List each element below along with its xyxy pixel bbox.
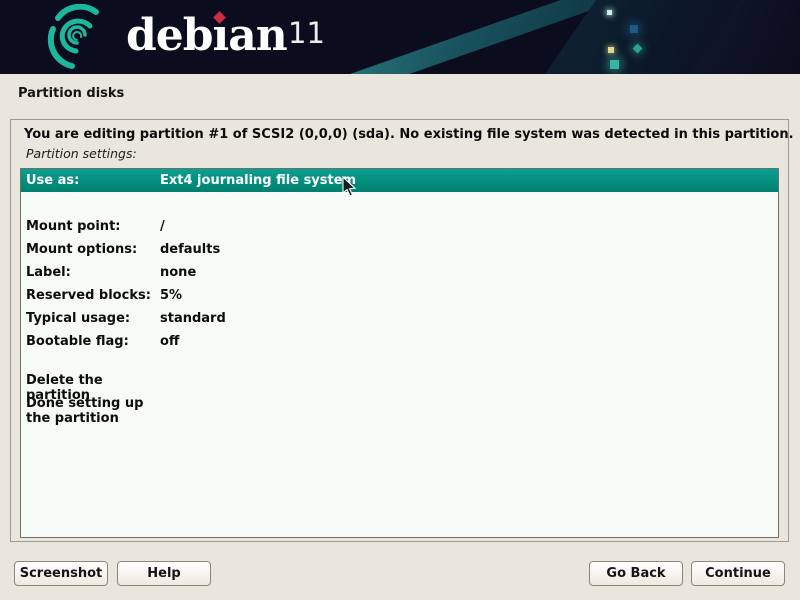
sparkle-square-icon [610, 60, 619, 69]
partition-info-message: You are editing partition #1 of SCSI2 (0… [24, 127, 794, 142]
list-item-value: standard [160, 311, 226, 326]
list-item[interactable]: Reserved blocks:5% [21, 284, 778, 307]
screenshot-button[interactable]: Screenshot [14, 561, 108, 586]
list-item-label: Reserved blocks: [26, 288, 160, 303]
sparkle-square-icon [607, 10, 612, 15]
go-back-button[interactable]: Go Back [589, 561, 683, 586]
list-row-spacer [21, 192, 778, 215]
partition-settings-list[interactable]: Use as:Ext4 journaling file system Mount … [20, 168, 779, 538]
list-item-label: Label: [26, 265, 160, 280]
debian-wordmark: debıan [126, 8, 287, 64]
list-item-label: Done setting up the partition [26, 396, 160, 426]
sparkle-square-icon [630, 25, 638, 33]
list-item[interactable]: Mount point:/ [21, 215, 778, 238]
debian-version: 11 [288, 16, 325, 50]
list-item-label: Typical usage: [26, 311, 160, 326]
partition-settings-label: Partition settings: [26, 146, 137, 161]
list-item-label: Mount options: [26, 242, 160, 257]
sparkle-square-icon [608, 47, 614, 53]
list-item-value: none [160, 265, 196, 280]
list-item-value: 5% [160, 288, 182, 303]
list-item-value: off [160, 334, 179, 349]
page-title: Partition disks [18, 86, 124, 101]
list-item-value: / [160, 219, 165, 234]
list-item[interactable]: Label:none [21, 261, 778, 284]
continue-button[interactable]: Continue [691, 561, 785, 586]
list-item[interactable]: Bootable flag:off [21, 330, 778, 353]
partition-panel: You are editing partition #1 of SCSI2 (0… [10, 119, 789, 542]
installer-banner: debıan 11 [0, 0, 800, 74]
list-item-value: Ext4 journaling file system [160, 173, 356, 188]
list-item-label: Mount point: [26, 219, 160, 234]
debian-swirl-icon [46, 4, 110, 70]
list-item-value: defaults [160, 242, 220, 257]
list-item-label: Bootable flag: [26, 334, 160, 349]
list-item[interactable]: Done setting up the partition [21, 399, 778, 422]
list-item[interactable]: Mount options:defaults [21, 238, 778, 261]
help-button[interactable]: Help [117, 561, 211, 586]
list-item-label: Use as: [26, 173, 160, 188]
list-item[interactable]: Use as:Ext4 journaling file system [21, 169, 778, 192]
list-item[interactable]: Typical usage:standard [21, 307, 778, 330]
